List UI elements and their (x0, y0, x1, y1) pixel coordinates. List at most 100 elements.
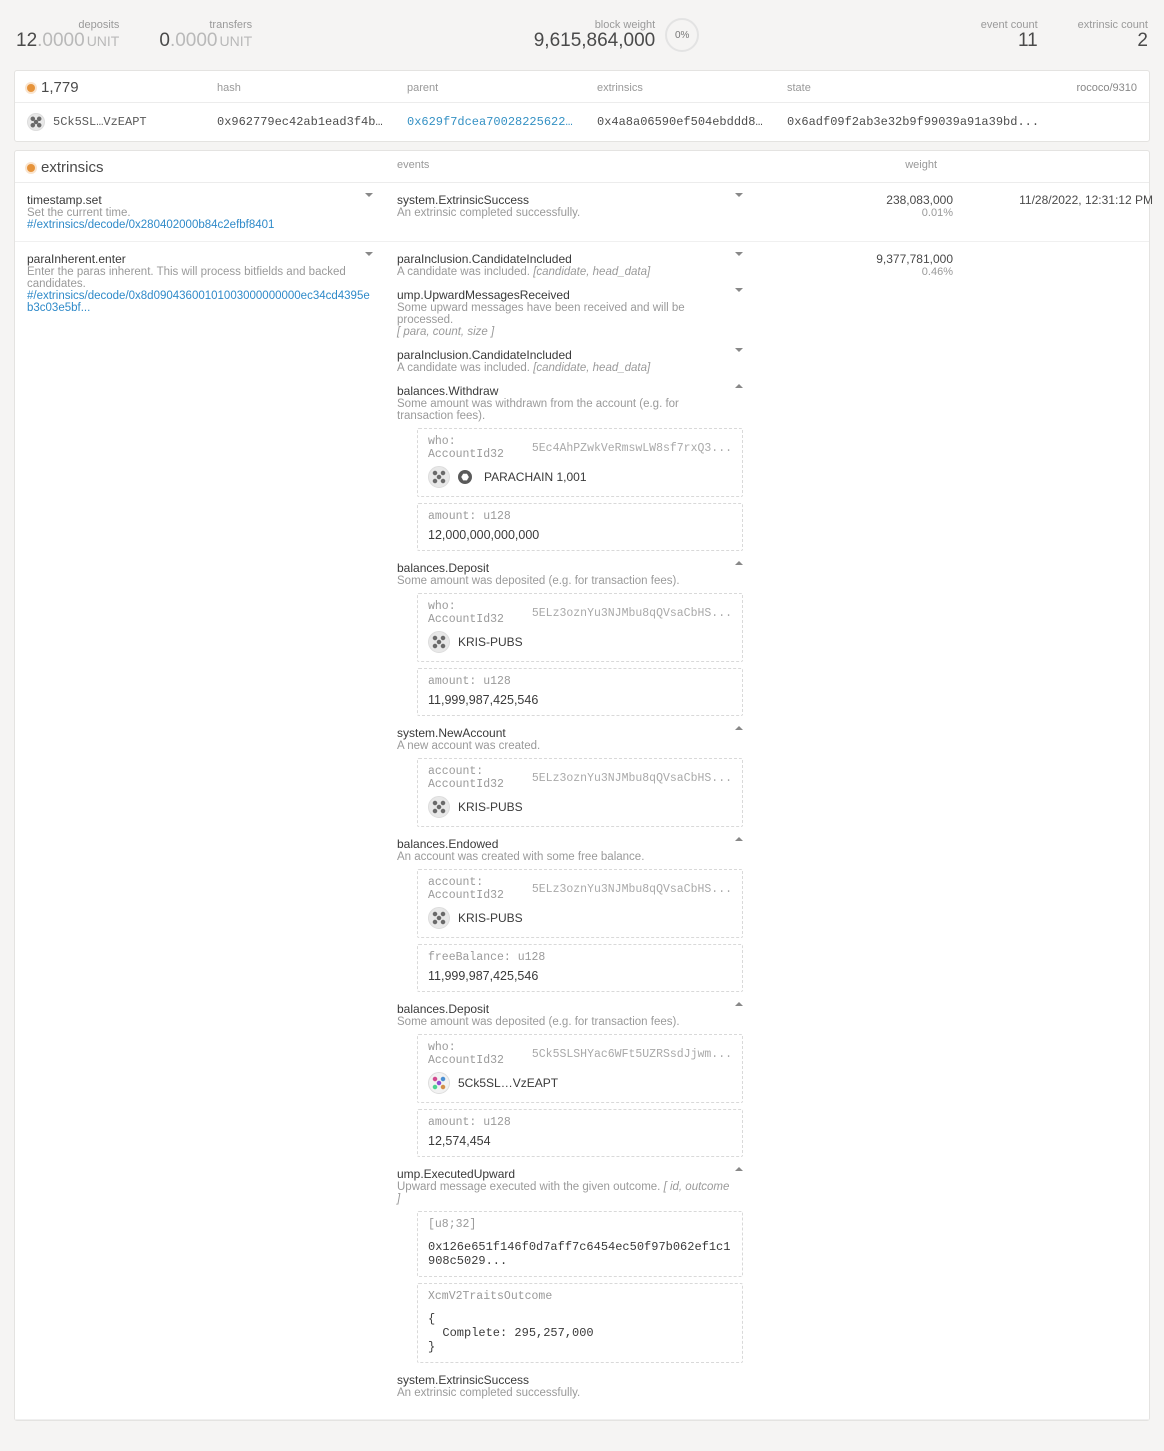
metric-value: 11 (981, 31, 1038, 52)
parent-hash-link[interactable]: 0x629f7dcea70028225622a308d3ea17... (395, 105, 585, 139)
detail-key: amount: u128 (428, 1116, 511, 1129)
summary-bar: deposits 12.0000UNIT transfers 0.0000UNI… (14, 14, 1150, 66)
caret-up-icon[interactable] (735, 384, 743, 388)
detail-key: XcmV2TraitsOutcome (428, 1290, 552, 1303)
caret-down-icon[interactable] (365, 252, 373, 256)
detail-key: account: AccountId32 (428, 765, 532, 791)
timestamp-column: 11/28/2022, 12:31:12 PM (965, 183, 1164, 241)
decode-link[interactable]: #/extrinsics/decode/0x8d0904360010100300… (27, 290, 373, 314)
extrinsics-card: extrinsics events weight timestamp.setSe… (14, 150, 1150, 1421)
timestamp: 11/28/2022, 12:31:12 PM (977, 193, 1153, 207)
account-display[interactable]: KRIS-PUBS (458, 911, 523, 925)
identicon (428, 1072, 450, 1094)
caret-down-icon[interactable] (735, 348, 743, 352)
address-short[interactable]: 5ELz3oznYu3NJMbu8qQVsaCbHS... (532, 607, 732, 620)
metric-block-weight: block weight 9,615,864,000 (534, 19, 656, 52)
state-root[interactable]: 0x6adf09f2ab3e32b9f99039a91a39bd... (775, 105, 1149, 139)
event-details: account: AccountId325ELz3oznYu3NJMbu8qQV… (417, 758, 743, 827)
event-name[interactable]: paraInclusion.CandidateIncluded (397, 348, 650, 362)
event-desc: Upward message executed with the given o… (397, 1181, 731, 1205)
identicon (428, 796, 450, 818)
metric-transfers: transfers 0.0000UNIT (159, 19, 252, 52)
metric-label: extrinsic count (1078, 19, 1148, 31)
event-name[interactable]: balances.Deposit (397, 1002, 680, 1016)
event-name[interactable]: balances.Endowed (397, 837, 644, 851)
weight-pct: 0.46% (767, 266, 953, 278)
detail-key: freeBalance: u128 (428, 951, 545, 964)
caret-down-icon[interactable] (365, 193, 373, 197)
metric-label: block weight (534, 19, 656, 31)
caret-up-icon[interactable] (735, 726, 743, 730)
event-name[interactable]: system.ExtrinsicSuccess (397, 193, 580, 207)
events-column: system.ExtrinsicSuccessAn extrinsic comp… (385, 183, 755, 241)
account-display[interactable]: PARACHAIN 1,001 (484, 470, 587, 484)
event-name[interactable]: ump.UpwardMessagesReceived (397, 288, 731, 302)
event-desc-extra: [ para, count, size ] (397, 326, 731, 338)
extrinsic-name[interactable]: timestamp.set (27, 193, 131, 207)
detail-value: 0x126e651f146f0d7aff7c6454ec50f97b062ef1… (418, 1234, 742, 1276)
event-item: system.NewAccountA new account was creat… (397, 726, 743, 827)
event-details: who: AccountId325Ck5SLSHYac6WFt5UZRSsdJj… (417, 1034, 743, 1157)
event-name[interactable]: balances.Deposit (397, 561, 680, 575)
extrinsic-name[interactable]: paraInherent.enter (27, 252, 353, 266)
address-short[interactable]: 5ELz3oznYu3NJMbu8qQVsaCbHS... (532, 772, 732, 785)
block-number[interactable]: 1,779 (15, 71, 205, 102)
block-hash[interactable]: 0x962779ec42ab1ead3f4b6445da35d3... (205, 105, 395, 139)
event-detail-box: amount: u12812,000,000,000,000 (417, 503, 743, 551)
event-desc: An account was created with some free ba… (397, 851, 644, 863)
caret-down-icon[interactable] (735, 193, 743, 197)
block-author[interactable]: 5Ck5SL…VzEAPT (15, 103, 205, 141)
extrinsic-row: timestamp.setSet the current time.#/extr… (15, 183, 1149, 242)
event-item: system.ExtrinsicSuccessAn extrinsic comp… (397, 1373, 743, 1399)
event-desc: Some amount was withdrawn from the accou… (397, 398, 731, 422)
address-short[interactable]: 5ELz3oznYu3NJMbu8qQVsaCbHS... (532, 883, 732, 896)
event-name[interactable]: paraInclusion.CandidateIncluded (397, 252, 650, 266)
identicon (428, 631, 450, 653)
event-details: who: AccountId325Ec4AhPZwkVeRmswLW8sf7rx… (417, 428, 743, 551)
event-name[interactable]: system.ExtrinsicSuccess (397, 1373, 580, 1387)
address-short[interactable]: 5Ec4AhPZwkVeRmswLW8sf7rxQ3... (532, 442, 732, 455)
weight-column: 9,377,781,0000.46% (755, 242, 965, 1419)
event-detail-box: freeBalance: u12811,999,987,425,546 (417, 944, 743, 992)
event-name[interactable]: balances.Withdraw (397, 384, 731, 398)
detail-value: 12,000,000,000,000 (418, 526, 742, 550)
event-details: account: AccountId325ELz3oznYu3NJMbu8qQV… (417, 869, 743, 992)
event-name[interactable]: system.NewAccount (397, 726, 540, 740)
extrinsics-root[interactable]: 0x4a8a06590ef504ebddd868347d7b20... (585, 105, 775, 139)
caret-up-icon[interactable] (735, 561, 743, 565)
caret-up-icon[interactable] (735, 1002, 743, 1006)
weight-value: 9,377,781,000 (767, 252, 953, 266)
event-desc: An extrinsic completed successfully. (397, 1387, 580, 1399)
best-block-icon (27, 84, 35, 92)
metric-value: 12.0000UNIT (16, 31, 119, 52)
decode-link[interactable]: #/extrinsics/decode/0x280402000b84c2efbf… (27, 219, 373, 231)
event-details: who: AccountId325ELz3oznYu3NJMbu8qQVsaCb… (417, 593, 743, 716)
block-header-row: 1,779 hash parent extrinsics state rococ… (15, 71, 1149, 103)
event-detail-box: who: AccountId325Ck5SLSHYac6WFt5UZRSsdJj… (417, 1034, 743, 1103)
event-name[interactable]: ump.ExecutedUpward (397, 1167, 731, 1181)
caret-up-icon[interactable] (735, 1167, 743, 1171)
account-display[interactable]: KRIS-PUBS (458, 800, 523, 814)
detail-key: who: AccountId32 (428, 1041, 532, 1067)
col-header-state: state (787, 82, 811, 94)
event-detail-box: amount: u128 12,574,454 (417, 1109, 743, 1157)
caret-up-icon[interactable] (735, 837, 743, 841)
event-desc: Some upward messages have been received … (397, 302, 731, 326)
metric-value: 2 (1078, 31, 1148, 52)
caret-down-icon[interactable] (735, 288, 743, 292)
detail-key: who: AccountId32 (428, 435, 532, 461)
caret-down-icon[interactable] (735, 252, 743, 256)
col-header-events: events (385, 151, 755, 182)
timestamp-column (965, 242, 1164, 1419)
account-display[interactable]: 5Ck5SL…VzEAPT (458, 1076, 558, 1090)
address-short[interactable]: 5Ck5SLSHYac6WFt5UZRSsdJjwm... (532, 1048, 732, 1061)
metric-deposits: deposits 12.0000UNIT (16, 19, 119, 52)
extrinsics-title: extrinsics (15, 151, 385, 182)
detail-key: amount: u128 (428, 675, 511, 688)
detail-value: 12,574,454 (418, 1132, 742, 1156)
event-desc: Some amount was deposited (e.g. for tran… (397, 575, 680, 587)
identicon (428, 466, 450, 488)
account-display[interactable]: KRIS-PUBS (458, 635, 523, 649)
event-details: [u8;32]0x126e651f146f0d7aff7c6454ec50f97… (417, 1211, 743, 1363)
metric-label: event count (981, 19, 1038, 31)
